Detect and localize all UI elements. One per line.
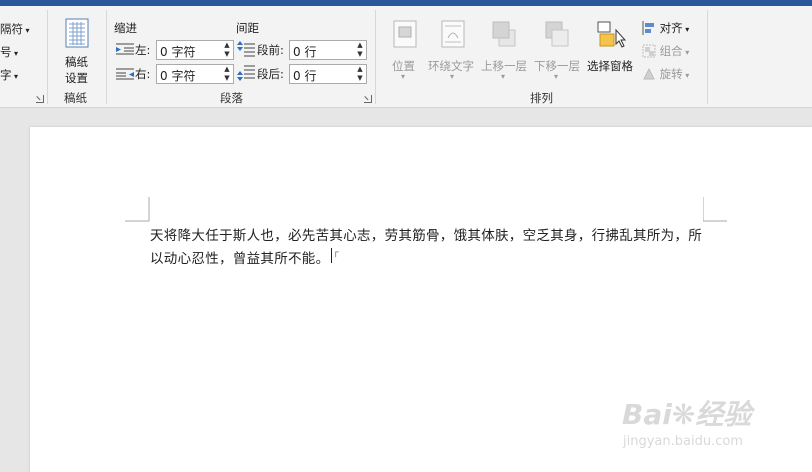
- document-text-line-2[interactable]: 以动心忍性，曾益其所不能。: [150, 247, 329, 267]
- right-indent-input[interactable]: 0 字符 ▲ ▼: [156, 64, 234, 84]
- send-backward-icon: [545, 21, 569, 47]
- left-indent-input[interactable]: 0 字符 ▲ ▼: [156, 40, 234, 60]
- spacing-before-input[interactable]: 0 行 ▲ ▼: [289, 40, 367, 60]
- indent-header: 缩进: [114, 21, 137, 35]
- spacing-after-label: 段后:: [257, 67, 284, 81]
- send-backward-button[interactable]: 下移一层 ▾: [534, 20, 584, 86]
- spacing-before-label: 段前:: [257, 43, 284, 57]
- paw-icon: ❋: [671, 398, 696, 431]
- left-indent-label: 左:: [135, 43, 151, 57]
- rotate-button[interactable]: 旋转 ▾: [642, 66, 689, 82]
- wrap-text-icon: [441, 20, 465, 48]
- paragraph-launcher-icon[interactable]: [364, 95, 372, 103]
- spin-arrows-icon[interactable]: ▲ ▼: [354, 41, 366, 59]
- align-button[interactable]: 对齐 ▾: [642, 20, 689, 36]
- watermark-brand: Bai: [622, 398, 672, 431]
- spin-arrows-icon[interactable]: ▲ ▼: [221, 41, 233, 59]
- spacing-before-value: 0 行: [293, 45, 317, 59]
- watermark-logo: Bai❋经验: [622, 393, 751, 433]
- hyphenation-button[interactable]: 字 ▾: [0, 67, 18, 83]
- rotate-label: 旋转: [659, 67, 683, 81]
- manuscript-group-label: 稿纸: [64, 91, 87, 105]
- group-objects-icon: [642, 44, 656, 58]
- align-label: 对齐: [659, 21, 683, 35]
- wrap-text-button[interactable]: 环绕文字 ▾: [428, 20, 478, 86]
- arrange-group-label: 排列: [530, 91, 553, 105]
- watermark-brand-suffix: 经验: [695, 398, 752, 431]
- left-indent-icon: [116, 43, 134, 55]
- position-icon: [393, 20, 417, 48]
- bring-forward-icon: [492, 21, 516, 47]
- breaks-button[interactable]: 隔符 ▾: [0, 21, 30, 37]
- group-objects-button[interactable]: 组合 ▾: [642, 43, 689, 59]
- position-button[interactable]: 位置 ▾: [388, 20, 424, 86]
- spacing-after-input[interactable]: 0 行 ▲ ▼: [289, 64, 367, 84]
- align-icon: [642, 21, 654, 35]
- watermark-url: jingyan.baidu.com: [623, 434, 743, 449]
- text-cursor: [331, 248, 332, 263]
- chevron-down-icon: ▾: [450, 72, 455, 81]
- manuscript-paper-icon: [65, 18, 89, 48]
- hyphenation-label: 字: [0, 68, 12, 82]
- group-separator: [707, 10, 708, 104]
- paragraph-group-label: 段落: [220, 91, 243, 105]
- right-indent-value: 0 字符: [160, 69, 196, 83]
- selection-pane-icon: [597, 21, 626, 48]
- paragraph-mark-icon: ┌: [333, 248, 339, 258]
- margin-corner-mark: [125, 197, 150, 222]
- manuscript-button-label-1: 稿纸: [65, 55, 88, 69]
- group-separator: [375, 10, 376, 104]
- selection-pane-button[interactable]: 选择窗格: [587, 20, 637, 86]
- spacing-after-icon: [237, 65, 255, 81]
- manuscript-button-label-2: 设置: [65, 71, 88, 85]
- line-numbers-label: 号: [0, 45, 12, 59]
- margin-corner-mark: [703, 197, 727, 222]
- chevron-down-icon: ▾: [401, 72, 406, 81]
- breaks-label: 隔符: [0, 22, 23, 36]
- spacing-after-value: 0 行: [293, 69, 317, 83]
- ribbon: 隔符 ▾ 号 ▾ 字 ▾ 稿纸 设置 稿纸 缩进 间距 左: 0 字符 ▲▼: [0, 6, 812, 108]
- group-separator: [106, 10, 107, 104]
- selection-pane-label: 选择窗格: [587, 59, 633, 73]
- group-separator: [47, 10, 48, 104]
- bring-forward-button[interactable]: 上移一层 ▾: [481, 20, 531, 86]
- page-setup-launcher-icon[interactable]: [36, 95, 44, 103]
- chevron-down-icon: ▾: [501, 72, 506, 81]
- spin-arrows-icon[interactable]: ▲ ▼: [221, 65, 233, 83]
- spin-arrows-icon[interactable]: ▲ ▼: [354, 65, 366, 83]
- chevron-down-icon: ▾: [554, 72, 559, 81]
- manuscript-settings-button[interactable]: 稿纸 设置: [54, 16, 100, 88]
- rotate-icon: [643, 67, 655, 80]
- left-indent-value: 0 字符: [160, 45, 196, 59]
- document-text-line-1[interactable]: 天将降大任于斯人也，必先苦其心志，劳其筋骨，饿其体肤，空乏其身，行拂乱其所为，所: [150, 224, 702, 244]
- group-objects-label: 组合: [659, 44, 683, 58]
- line-numbers-button[interactable]: 号 ▾: [0, 44, 18, 60]
- right-indent-label: 右:: [135, 67, 151, 81]
- right-indent-icon: [116, 68, 134, 80]
- spacing-header: 间距: [236, 21, 259, 35]
- spacing-before-icon: [237, 41, 255, 57]
